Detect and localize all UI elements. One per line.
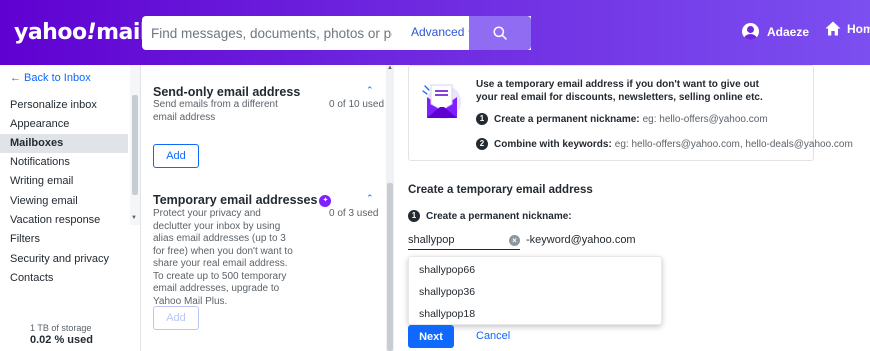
- nickname-step-text: Create a permanent nickname:: [426, 210, 572, 222]
- clear-input-icon[interactable]: ×: [509, 235, 520, 246]
- info-step-2-example: eg: hello-offers@yahoo.com, hello-deals@…: [614, 138, 853, 150]
- sidebar-item-vacation-response[interactable]: Vacation response: [0, 211, 128, 230]
- middle-scrollbar-thumb[interactable]: [387, 183, 393, 351]
- mailbox-options-panel: Send-only email address ⌃ Send emails fr…: [140, 65, 385, 351]
- nickname-input[interactable]: [408, 232, 520, 250]
- email-suffix: -keyword@yahoo.com: [526, 234, 636, 246]
- mail-plus-badge-icon: ✦: [319, 195, 332, 207]
- info-step-2-label: Combine with keywords:: [494, 138, 612, 150]
- collapse-temporary-icon[interactable]: ⌃: [366, 193, 374, 204]
- search-bar: Advanced∨: [142, 16, 531, 50]
- sidebar-item-appearance[interactable]: Appearance: [0, 115, 128, 134]
- step-2-number-icon: 2: [476, 138, 488, 150]
- suggestion-item[interactable]: shallypop36: [419, 286, 475, 298]
- home-label: Home: [847, 21, 870, 36]
- logo-main: yahoo: [14, 20, 87, 45]
- advanced-label: Advanced: [411, 25, 465, 39]
- search-icon: [493, 26, 507, 40]
- app-header: yahoo!mail Advanced∨ Adaeze Home: [0, 0, 870, 65]
- scroll-up-arrow-icon[interactable]: ▲: [387, 65, 393, 71]
- home-link[interactable]: Home: [825, 21, 870, 36]
- info-card-title: Use a temporary email address if you don…: [476, 79, 763, 103]
- sidebar-item-viewing-email[interactable]: Viewing email: [0, 192, 128, 211]
- sidebar-item-filters[interactable]: Filters: [0, 230, 128, 249]
- back-to-inbox-link[interactable]: ← Back to Inbox: [10, 72, 91, 84]
- sidebar-item-writing-email[interactable]: Writing email: [0, 172, 128, 191]
- info-step-1-label: Create a permanent nickname:: [494, 113, 640, 125]
- user-name: Adaeze: [767, 24, 810, 39]
- suggestion-item[interactable]: shallypop18: [419, 308, 475, 320]
- send-only-count: 0 of 10 used: [329, 99, 385, 110]
- sidebar-item-notifications[interactable]: Notifications: [0, 153, 128, 172]
- advanced-search-dropdown[interactable]: Advanced∨: [411, 25, 474, 39]
- yahoo-mail-logo[interactable]: yahoo!mail: [14, 20, 147, 45]
- step-1-number-icon: 1: [476, 113, 488, 125]
- create-temporary-title: Create a temporary email address: [408, 184, 593, 196]
- search-button[interactable]: [469, 16, 531, 50]
- info-step-1-example-prefix: eg: hello: [642, 113, 681, 125]
- envelope-illustration-icon: [422, 84, 461, 119]
- suggestion-item[interactable]: shallypop66: [419, 264, 475, 276]
- logo-slash: !: [86, 20, 97, 45]
- scroll-down-arrow-icon[interactable]: ▼: [131, 215, 137, 221]
- temporary-count: 0 of 3 used: [329, 208, 379, 219]
- sidebar-scrollbar[interactable]: ▲ ▼: [130, 65, 140, 225]
- temporary-description: Protect your privacy and declutter your …: [153, 208, 293, 307]
- settings-sidebar: ← Back to Inbox Personalize inbox Appear…: [0, 65, 140, 351]
- temporary-email-info-card: Use a temporary email address if you don…: [408, 65, 853, 161]
- step-1-number-icon: 1: [408, 210, 420, 222]
- send-only-title: Send-only email address: [153, 85, 301, 99]
- next-button[interactable]: Next: [408, 325, 454, 348]
- cancel-button[interactable]: Cancel: [476, 330, 510, 342]
- info-step-1-example-suffix: -offers@yahoo.com: [680, 113, 768, 125]
- logo-tail: mail: [96, 20, 147, 45]
- sidebar-item-contacts[interactable]: Contacts: [0, 269, 128, 288]
- user-profile[interactable]: Adaeze: [742, 23, 809, 40]
- send-only-description: Send emails from a different email addre…: [153, 99, 278, 123]
- nickname-step-label: 1 Create a permanent nickname:: [408, 210, 572, 222]
- info-step-2: 2 Combine with keywords: eg: hello-offer…: [476, 138, 853, 150]
- sidebar-item-personalize-inbox[interactable]: Personalize inbox: [0, 96, 128, 115]
- info-step-1: 1 Create a permanent nickname: eg: hello…: [476, 113, 768, 125]
- sidebar-scrollbar-thumb[interactable]: [132, 95, 138, 195]
- temporary-title: Temporary email addresses ✦: [153, 193, 332, 207]
- storage-used: 0.02 % used: [30, 334, 93, 346]
- sidebar-item-security-and-privacy[interactable]: Security and privacy: [0, 250, 128, 269]
- home-icon: [825, 21, 841, 36]
- storage-total: 1 TB of storage: [30, 323, 92, 333]
- collapse-send-only-icon[interactable]: ⌃: [366, 85, 374, 96]
- nickname-suggestions-dropdown: shallypop66 shallypop36 shallypop18: [408, 256, 662, 325]
- avatar-icon: [742, 23, 759, 40]
- temporary-title-text: Temporary email addresses: [153, 193, 318, 207]
- add-send-only-button[interactable]: Add: [153, 144, 199, 168]
- add-temporary-button[interactable]: Add: [153, 306, 199, 330]
- search-input[interactable]: [142, 16, 392, 50]
- sidebar-item-mailboxes[interactable]: Mailboxes: [0, 134, 128, 153]
- middle-scrollbar[interactable]: ▲: [386, 65, 394, 351]
